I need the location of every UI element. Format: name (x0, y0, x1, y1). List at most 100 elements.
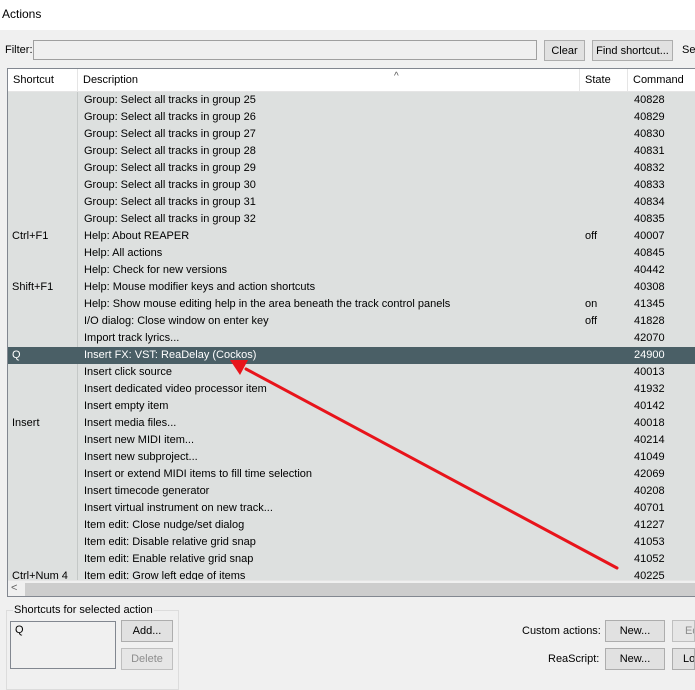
table-row[interactable]: Help: Check for new versions 40442 (8, 262, 695, 279)
cell-shortcut (12, 432, 76, 449)
cell-id: 40835 (634, 213, 665, 225)
cell-id: 24900 (634, 349, 665, 361)
reascript-new-button[interactable]: New... (605, 648, 665, 670)
cell-state: on (585, 298, 598, 310)
table-row[interactable]: Shift+F1 Help: Mouse modifier keys and ac… (8, 279, 695, 296)
cell-state (585, 92, 625, 109)
scroll-left-icon[interactable]: < (11, 582, 17, 594)
reascript-label: ReaScript: (548, 653, 600, 665)
table-row[interactable]: Insert new subproject... 41049 (8, 449, 695, 466)
table-row[interactable]: Insert empty item 40142 (8, 398, 695, 415)
cell-description: Insert click source (84, 366, 173, 378)
table-row[interactable]: Ctrl+Num 4 Item edit: Grow left edge of i… (8, 568, 695, 580)
table-row[interactable]: Group: Select all tracks in group 31 4083… (8, 194, 695, 211)
custom-actions-new-button[interactable]: New... (605, 620, 665, 642)
custom-actions-edit-button[interactable]: Ed (672, 620, 695, 642)
table-row[interactable]: Help: Show mouse editing help in the are… (8, 296, 695, 313)
cell-state (585, 160, 625, 177)
cell-shortcut (12, 143, 76, 160)
cell-state (585, 449, 625, 466)
cell-description: Help: Show mouse editing help in the are… (84, 298, 451, 310)
list-header: Shortcut Description ^ State Command ID (8, 69, 695, 108)
cell-description: Insert FX: VST: ReaDelay (Cockos) (84, 349, 257, 361)
filter-input[interactable] (33, 40, 537, 60)
table-row[interactable]: Group: Select all tracks in group 30 4083… (8, 177, 695, 194)
cell-shortcut (12, 483, 76, 500)
table-row[interactable]: Item edit: Close nudge/set dialog 41227 (8, 517, 695, 534)
column-header-state[interactable]: State (580, 69, 628, 91)
cell-shortcut: Insert (12, 417, 40, 429)
column-header-description[interactable]: Description ^ (78, 69, 580, 91)
cell-state (585, 466, 625, 483)
cell-state (585, 381, 625, 398)
table-row[interactable]: Group: Select all tracks in group 28 4083… (8, 143, 695, 160)
cell-state (585, 517, 625, 534)
table-row[interactable]: Ctrl+F1 Help: About REAPER off 40007 (8, 228, 695, 245)
shortcut-list[interactable]: Q (10, 621, 116, 669)
table-row[interactable]: Insert new MIDI item... 40214 (8, 432, 695, 449)
table-row[interactable]: Help: All actions 40845 (8, 245, 695, 262)
shortcut-list-item[interactable]: Q (15, 624, 24, 636)
table-row[interactable]: I/O dialog: Close window on enter key off… (8, 313, 695, 330)
column-header-command-id[interactable]: Command ID (628, 69, 695, 108)
table-row[interactable]: Insert click source 40013 (8, 364, 695, 381)
table-row[interactable]: Group: Select all tracks in group 25 4082… (8, 92, 695, 109)
cell-id: 40442 (634, 264, 665, 276)
cell-shortcut (12, 517, 76, 534)
cell-shortcut (12, 364, 76, 381)
custom-actions-label: Custom actions: (522, 625, 601, 637)
table-row[interactable]: Insert dedicated video processor item 419… (8, 381, 695, 398)
cell-description: Insert new MIDI item... (84, 434, 195, 446)
column-header-shortcut[interactable]: Shortcut (8, 69, 78, 91)
cell-description: Help: Check for new versions (84, 264, 228, 276)
cell-id: 40007 (634, 230, 665, 242)
find-shortcut-button[interactable]: Find shortcut... (592, 40, 673, 61)
cell-shortcut (12, 92, 76, 109)
table-row[interactable]: Insert timecode generator 40208 (8, 483, 695, 500)
clear-button[interactable]: Clear (544, 40, 585, 61)
cell-state (585, 211, 625, 228)
table-row[interactable]: Q Insert FX: VST: ReaDelay (Cockos) 24900 (8, 347, 695, 364)
cell-description: Help: Mouse modifier keys and action sho… (84, 281, 316, 293)
horizontal-scrollbar[interactable]: < (8, 580, 695, 596)
cell-id: 40845 (634, 247, 665, 259)
cell-id: 40828 (634, 94, 665, 106)
scrollbar-thumb[interactable] (25, 583, 695, 596)
cell-description: Group: Select all tracks in group 27 (84, 128, 256, 140)
cell-description: Group: Select all tracks in group 28 (84, 145, 256, 157)
cell-description: I/O dialog: Close window on enter key (84, 315, 269, 327)
cell-state: off (585, 315, 598, 327)
table-row[interactable]: Insert Insert media files... 40018 (8, 415, 695, 432)
actions-list[interactable]: Shortcut Description ^ State Command ID … (7, 68, 695, 597)
cell-shortcut (12, 381, 76, 398)
cell-id: 40834 (634, 196, 665, 208)
cell-description: Insert dedicated video processor item (84, 383, 267, 395)
table-row[interactable]: Group: Select all tracks in group 27 4083… (8, 126, 695, 143)
cell-shortcut (12, 160, 76, 177)
table-row[interactable]: Group: Select all tracks in group 26 4082… (8, 109, 695, 126)
delete-shortcut-button[interactable]: Delete (121, 648, 173, 670)
cell-shortcut (12, 398, 76, 415)
table-row[interactable]: Insert or extend MIDI items to fill time… (8, 466, 695, 483)
cell-shortcut: Ctrl+F1 (12, 230, 49, 242)
add-shortcut-button[interactable]: Add... (121, 620, 173, 642)
table-row[interactable]: Group: Select all tracks in group 32 4083… (8, 211, 695, 228)
table-row[interactable]: Item edit: Enable relative grid snap 4105… (8, 551, 695, 568)
cell-id: 41049 (634, 451, 665, 463)
reascript-load-button[interactable]: Lo (672, 648, 695, 670)
cell-id: 41052 (634, 553, 665, 565)
filter-label: Filter: (5, 44, 33, 56)
cell-id: 40833 (634, 179, 665, 191)
table-row[interactable]: Insert virtual instrument on new track..… (8, 500, 695, 517)
cell-shortcut: Ctrl+Num 4 (12, 570, 68, 580)
cell-id: 40829 (634, 111, 665, 123)
cell-state (585, 534, 625, 551)
cell-description: Insert new subproject... (84, 451, 198, 463)
table-row[interactable]: Import track lyrics... 42070 (8, 330, 695, 347)
table-row[interactable]: Item edit: Disable relative grid snap 410… (8, 534, 695, 551)
table-row[interactable]: Group: Select all tracks in group 29 4083… (8, 160, 695, 177)
cell-state (585, 109, 625, 126)
cell-id: 40018 (634, 417, 665, 429)
cell-shortcut (12, 211, 76, 228)
cell-shortcut (12, 466, 76, 483)
